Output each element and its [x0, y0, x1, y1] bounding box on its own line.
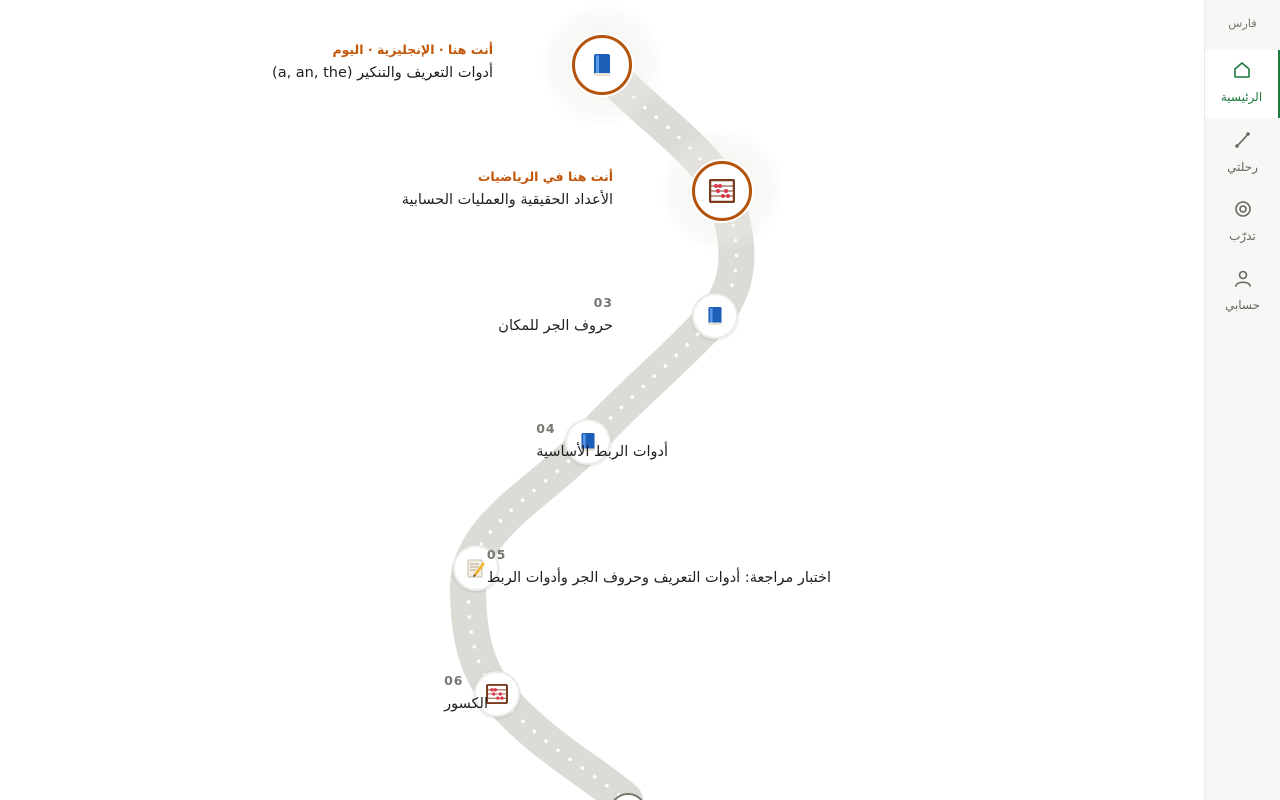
lesson-label-4: 04 أدوات الربط الأساسية — [536, 421, 668, 462]
sidebar-item-label: الرئيسية — [1220, 90, 1263, 104]
abacus-icon — [709, 179, 735, 203]
sidebar-item-label: حسابي — [1224, 298, 1261, 312]
book-icon — [706, 305, 724, 327]
lesson-title[interactable]: أدوات التعريف والتنكير (a, an, the) — [272, 63, 493, 83]
home-icon — [1205, 60, 1278, 84]
lesson-title[interactable]: الكسور — [444, 694, 488, 714]
sidebar-item-label: رحلتي — [1227, 160, 1258, 174]
lesson-number: 04 — [536, 421, 556, 436]
learning-path-area: أنت هنا · الإنجليزية · اليوم أدوات التعر… — [0, 0, 1205, 800]
lesson-label-3: 03 حروف الجر للمكان — [498, 295, 613, 336]
lesson-number: 03 — [593, 295, 613, 310]
sidebar: فارس الرئيسية رحلتي تدرّب حسابي — [1204, 0, 1280, 800]
lesson-number: 05 — [486, 547, 507, 562]
lesson-node-3[interactable] — [692, 293, 738, 339]
lesson-title[interactable]: حروف الجر للمكان — [498, 316, 613, 336]
sidebar-item-home[interactable]: الرئيسية — [1205, 50, 1280, 118]
sidebar-item-practice[interactable]: تدرّب — [1205, 189, 1280, 257]
lesson-label-1: أنت هنا · الإنجليزية · اليوم أدوات التعر… — [272, 42, 493, 83]
lesson-title[interactable]: أدوات الربط الأساسية — [536, 442, 668, 462]
practice-icon — [1205, 199, 1280, 223]
lesson-label-5: 05 اختبار مراجعة: أدوات التعريف وحروف ال… — [487, 547, 831, 588]
journey-icon — [1205, 130, 1280, 154]
sidebar-item-account[interactable]: حسابي — [1205, 258, 1280, 326]
lesson-title[interactable]: اختبار مراجعة: أدوات التعريف وحروف الجر … — [487, 568, 831, 588]
sidebar-item-journey[interactable]: رحلتي — [1205, 120, 1280, 188]
account-icon — [1205, 268, 1280, 292]
lesson-label-6: 06 الكسور — [444, 673, 488, 714]
brand-name: فارس — [1228, 16, 1257, 30]
lesson-node-1[interactable] — [572, 35, 632, 95]
memo-icon — [466, 557, 486, 579]
lesson-node-2[interactable] — [692, 161, 752, 221]
book-icon — [591, 52, 613, 78]
you-are-here-note: أنت هنا في الرياضيات — [477, 169, 613, 184]
lesson-label-2: أنت هنا في الرياضيات الأعداد الحقيقية وا… — [402, 169, 613, 210]
you-are-here-note: أنت هنا · الإنجليزية · اليوم — [332, 42, 493, 57]
lesson-number: 06 — [444, 673, 464, 688]
sidebar-item-label: تدرّب — [1229, 229, 1256, 243]
lesson-title[interactable]: الأعداد الحقيقية والعمليات الحسابية — [402, 190, 613, 210]
abacus-icon — [486, 684, 508, 704]
